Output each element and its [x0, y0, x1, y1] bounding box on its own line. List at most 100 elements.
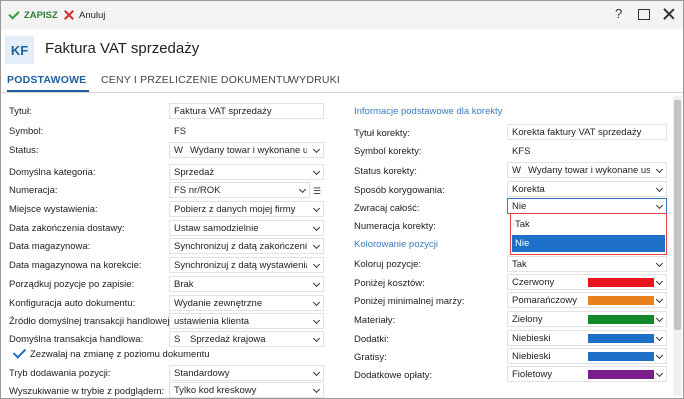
- help-button[interactable]: ?: [615, 6, 622, 21]
- label-konfig: Konfiguracja auto dokumentu:: [9, 298, 136, 309]
- data-mag-select[interactable]: Synchronizuj z datą zakończenia do: [169, 238, 324, 254]
- tytul-kor-input[interactable]: Korekta faktury VAT sprzedaży: [507, 124, 667, 140]
- chevron-down-icon: [655, 184, 664, 193]
- chevron-down-icon: [312, 385, 321, 394]
- konfig-select[interactable]: Wydanie zewnętrzne: [169, 295, 324, 311]
- zrodlo-select[interactable]: ustawienia klienta: [169, 313, 324, 329]
- miejsce-select[interactable]: Pobierz z danych mojej firmy: [169, 201, 324, 217]
- numeracja-select[interactable]: FS nr/ROK ☰: [169, 182, 321, 198]
- zwracaj-dropdown-list: Tak Nie: [510, 213, 667, 255]
- chevron-down-icon: [312, 298, 321, 307]
- tab-wydruki[interactable]: WYDRUKI: [289, 74, 340, 86]
- label-materialy: Materiały:: [354, 315, 396, 326]
- zwracaj-select[interactable]: Nie: [507, 198, 667, 214]
- active-tab-indicator: [7, 90, 89, 92]
- dodatki-select[interactable]: Niebieski: [507, 330, 667, 346]
- chevron-down-icon: [655, 314, 664, 323]
- label-ponizej-kosztow: Poniżej kosztów:: [354, 278, 425, 289]
- label-tytul: Tytuł:: [9, 106, 32, 117]
- transakcja-select[interactable]: S Sprzedaż krajowa: [169, 331, 324, 347]
- section-title-korekta: Informacje podstawowe dla korekty: [354, 106, 503, 117]
- label-tytul-kor: Tytuł korekty:: [354, 128, 410, 139]
- chevron-down-icon: [312, 167, 321, 176]
- label-dodatki: Dodatki:: [354, 334, 389, 345]
- label-gratisy: Gratisy:: [354, 352, 387, 363]
- zezwalaj-checkbox[interactable]: [12, 346, 26, 360]
- label-symbol-kor: Symbol korekty:: [354, 146, 422, 157]
- chevron-down-icon: [312, 260, 321, 269]
- label-sposob: Sposób korygowania:: [354, 185, 445, 196]
- scrollbar-thumb[interactable]: [674, 100, 681, 330]
- document-logo: KF: [5, 36, 34, 64]
- label-data-zak: Data zakończenia dostawy:: [9, 223, 125, 234]
- label-status-kor: Status korekty:: [354, 166, 417, 177]
- ponizej-kosztow-select[interactable]: Czerwony: [507, 274, 667, 290]
- page-title: Faktura VAT sprzedaży: [45, 40, 200, 57]
- data-mag-kor-select[interactable]: Synchronizuj z datą wystawienia do: [169, 257, 324, 273]
- chevron-down-icon: [312, 241, 321, 250]
- koloruj-select[interactable]: Tak: [507, 256, 667, 272]
- sposob-select[interactable]: Korekta: [507, 181, 667, 197]
- label-zwracaj: Zwracaj całość:: [354, 203, 420, 214]
- chevron-down-icon: [655, 351, 664, 360]
- ponizej-marzy-select[interactable]: Pomarańczowy: [507, 292, 667, 308]
- materialy-select[interactable]: Zielony: [507, 311, 667, 327]
- porzadkuj-select[interactable]: Brak: [169, 276, 324, 292]
- tab-podstawowe[interactable]: PODSTAWOWE: [7, 74, 86, 86]
- label-zezwalaj: Zezwalaj na zmianę z poziomu dokumentu: [30, 349, 210, 360]
- chevron-down-icon: [655, 201, 664, 210]
- chevron-down-icon: [298, 185, 307, 194]
- symbol-value: FS: [169, 123, 324, 139]
- wyszukiwanie-select[interactable]: Tylko kod kreskowy: [169, 382, 324, 398]
- check-icon: [8, 9, 20, 21]
- dropdown-option-tak[interactable]: Tak: [512, 216, 665, 233]
- maximize-icon[interactable]: [638, 9, 650, 20]
- menu-icon[interactable]: ☰: [313, 186, 321, 197]
- chevron-down-icon: [655, 333, 664, 342]
- close-icon: [63, 9, 75, 21]
- chevron-down-icon: [655, 165, 664, 174]
- color-swatch: [588, 278, 654, 287]
- kategoria-select[interactable]: Sprzedaż: [169, 164, 324, 180]
- label-data-mag: Data magazynowa:: [9, 241, 91, 252]
- section-title-kolorowanie: Kolorowanie pozycji: [354, 239, 438, 250]
- color-swatch: [588, 315, 654, 324]
- label-kategoria: Domyślna kategoria:: [9, 167, 96, 178]
- gratisy-select[interactable]: Niebieski: [507, 348, 667, 364]
- color-swatch: [588, 296, 654, 305]
- chevron-down-icon: [312, 223, 321, 232]
- label-dodatkowe: Dodatkowe opłaty:: [354, 370, 433, 381]
- save-button[interactable]: ZAPISZ: [8, 7, 58, 23]
- dodatkowe-select[interactable]: Fioletowy: [507, 366, 667, 382]
- tab-ceny[interactable]: CENY I PRZELICZENIE DOKUMENTU: [101, 74, 290, 86]
- color-swatch: [588, 352, 654, 361]
- cancel-button[interactable]: Anuluj: [63, 7, 105, 23]
- label-wyszukiwanie: Wyszukiwanie w trybie z podglądem:: [9, 386, 165, 397]
- status-select[interactable]: W Wydany towar i wykonane u...: [169, 142, 324, 158]
- chevron-down-icon: [312, 204, 321, 213]
- status-kor-select[interactable]: WWydany towar i wykonane usług: [507, 162, 667, 178]
- chevron-down-icon: [655, 369, 664, 378]
- cancel-label: Anuluj: [79, 9, 106, 21]
- chevron-down-icon: [312, 368, 321, 377]
- label-miejsce: Miejsce wystawienia:: [9, 204, 98, 215]
- label-zrodlo: Źródło domyślnej transakcji handlowej:: [9, 316, 173, 327]
- chevron-down-icon: [312, 279, 321, 288]
- label-numeracja: Numeracja:: [9, 185, 58, 196]
- label-transakcja: Domyślna transakcja handlowa:: [9, 334, 144, 345]
- save-label: ZAPISZ: [24, 9, 58, 21]
- label-symbol: Symbol:: [9, 126, 44, 137]
- label-tryb: Tryb dodawania pozycji:: [9, 368, 111, 379]
- symbol-kor-value: KFS: [507, 143, 667, 159]
- data-zak-select[interactable]: Ustaw samodzielnie: [169, 220, 324, 236]
- label-koloruj: Koloruj pozycje:: [354, 259, 422, 270]
- tytul-input[interactable]: Faktura VAT sprzedaży: [169, 103, 324, 119]
- window-close-icon[interactable]: [662, 7, 676, 21]
- color-swatch: [588, 370, 654, 379]
- chevron-down-icon: [655, 295, 664, 304]
- toolbar: ZAPISZ Anuluj ?: [1, 1, 683, 29]
- tryb-select[interactable]: Standardowy: [169, 365, 324, 381]
- tab-bar: PODSTAWOWE CENY I PRZELICZENIE DOKUMENTU…: [1, 71, 683, 93]
- chevron-down-icon: [655, 277, 664, 286]
- dropdown-option-nie[interactable]: Nie: [512, 235, 665, 252]
